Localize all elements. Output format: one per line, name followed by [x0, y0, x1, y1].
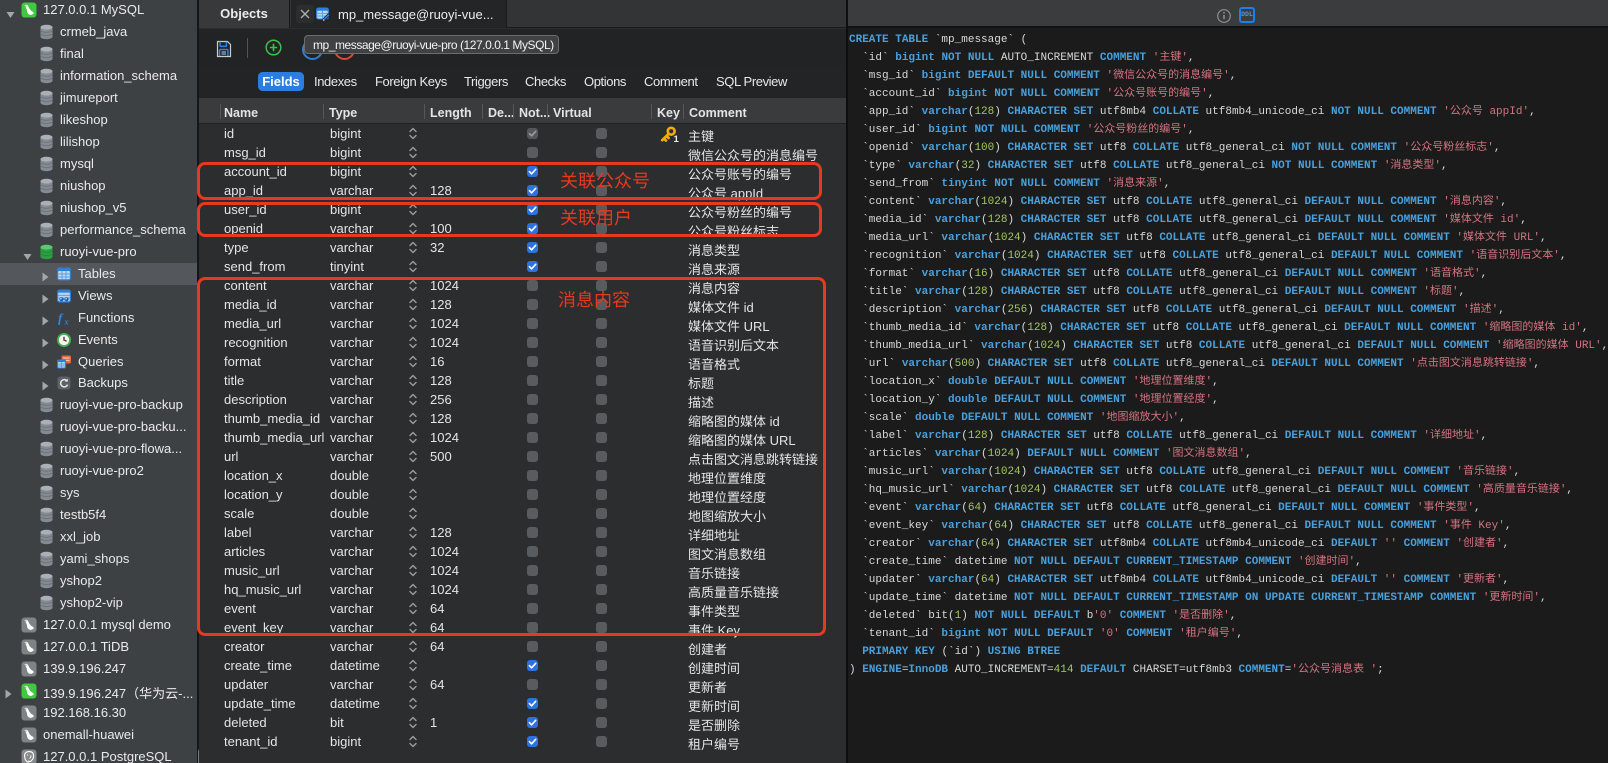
svg-text:1: 1	[674, 134, 680, 143]
svg-text:f: f	[58, 311, 64, 326]
svg-text:x: x	[64, 318, 69, 327]
